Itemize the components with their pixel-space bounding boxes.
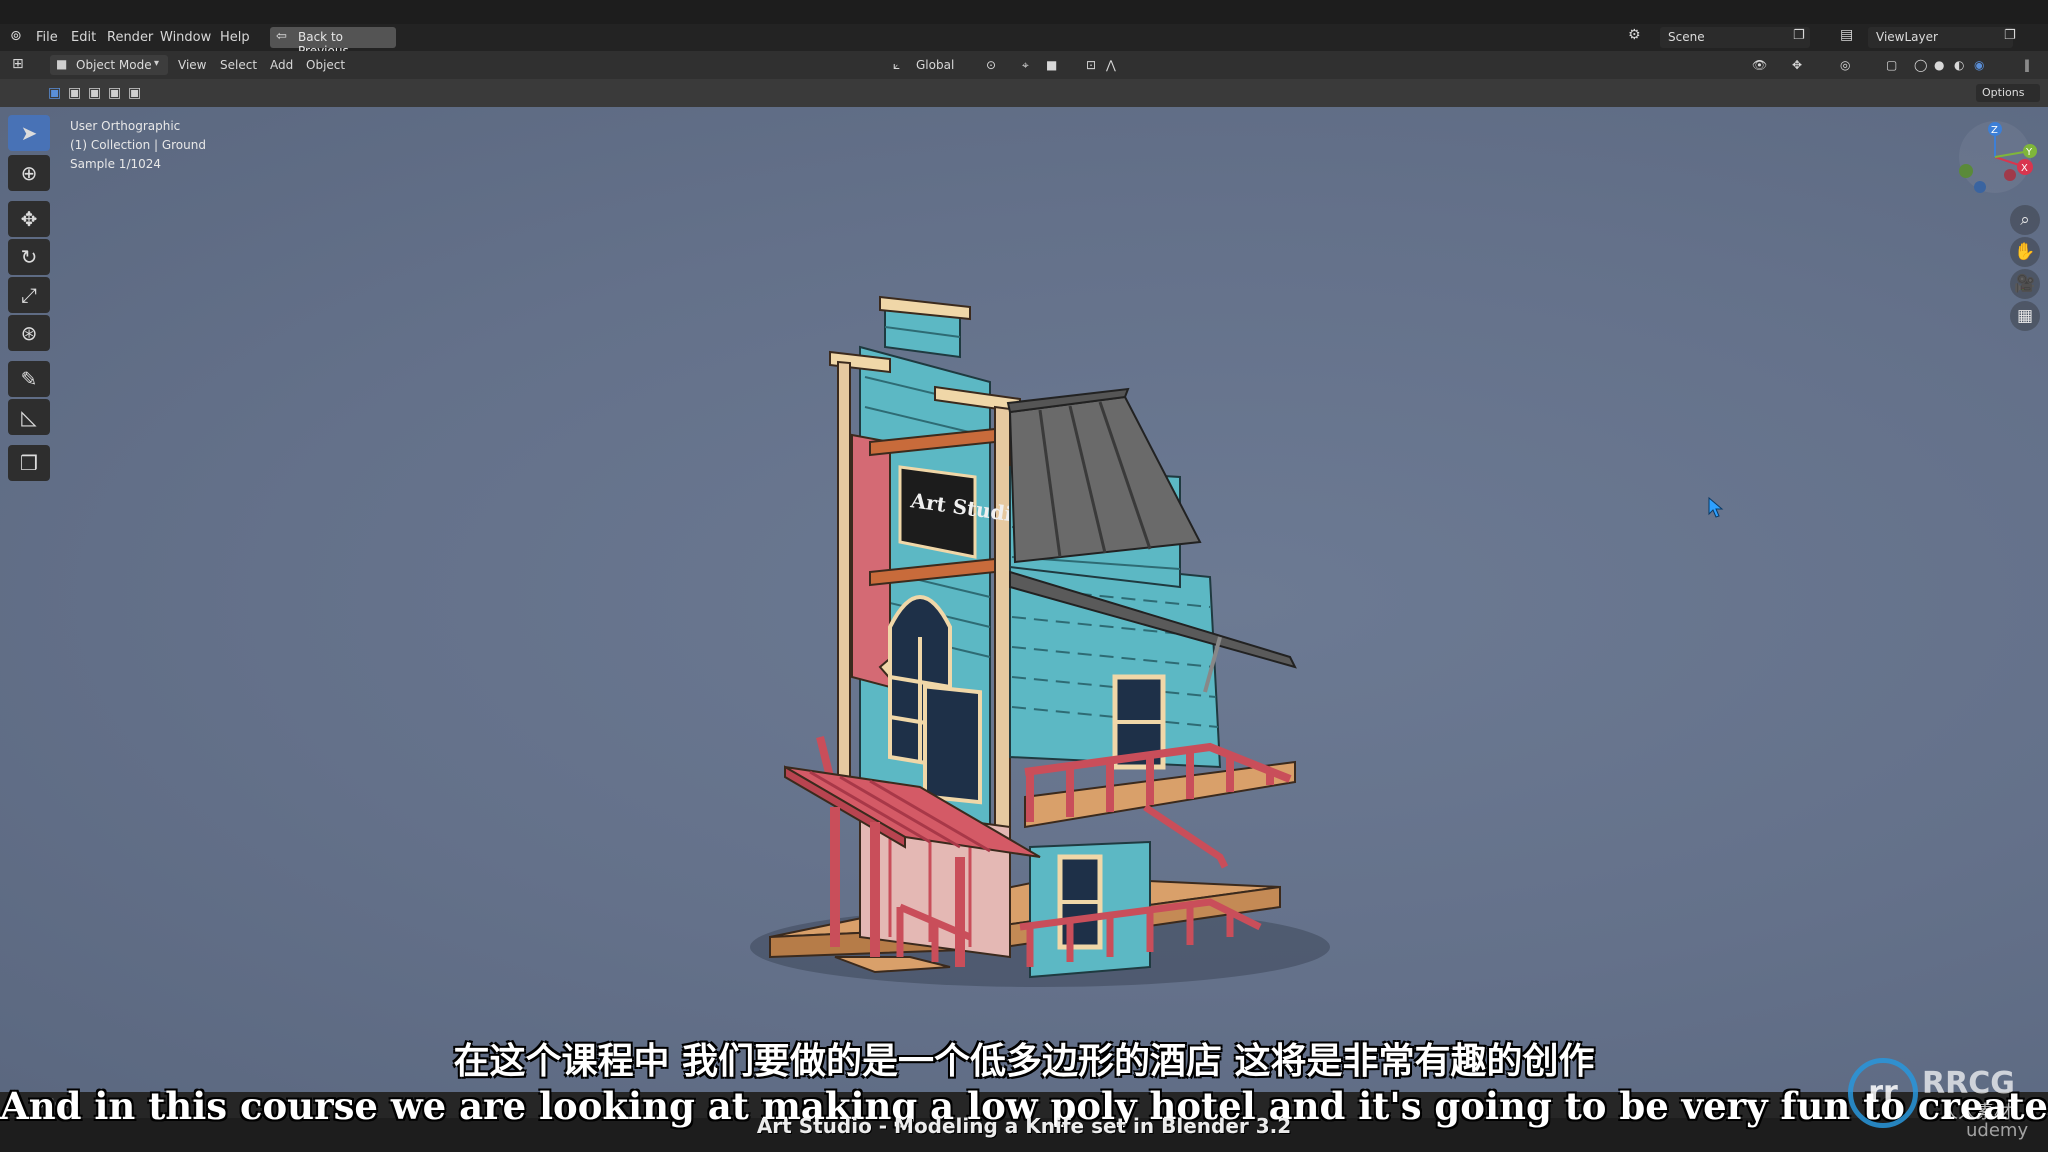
- select-new-icon[interactable]: ▣: [48, 85, 61, 101]
- snap-icon[interactable]: ⌖: [1022, 58, 1029, 73]
- watermark: rr RRCG 人人素材 udemy: [1848, 1058, 2038, 1141]
- pan-hand-icon[interactable]: ✋: [2010, 237, 2040, 267]
- visibility-icon[interactable]: 👁: [1752, 58, 1767, 72]
- menu-edit[interactable]: Edit: [71, 30, 96, 45]
- scene-selector[interactable]: Scene: [1660, 27, 1810, 48]
- watermark-brand: RRCG: [1922, 1066, 2015, 1101]
- menu-add[interactable]: Add: [270, 58, 293, 72]
- svg-text:Z: Z: [1991, 125, 1998, 136]
- add-cube-icon[interactable]: ❒: [8, 445, 50, 481]
- collection-info: (1) Collection | Ground: [70, 138, 206, 152]
- select-subtract-icon[interactable]: ▣: [88, 85, 101, 101]
- menu-render[interactable]: Render: [107, 30, 153, 45]
- editor-type-icon[interactable]: ⊞: [12, 56, 24, 72]
- object-mode-icon: ■: [56, 57, 68, 71]
- xray-icon[interactable]: ▢: [1886, 58, 1897, 72]
- transform-icon[interactable]: ⊛: [8, 315, 50, 351]
- menu-view[interactable]: View: [178, 58, 206, 72]
- select-extend-icon[interactable]: ▣: [68, 85, 81, 101]
- orientation-icon[interactable]: ⟀: [893, 58, 900, 73]
- falloff-icon[interactable]: ⋀: [1106, 58, 1116, 72]
- chevron-down-icon: ▾: [154, 58, 160, 69]
- view-layer-icon[interactable]: ▤: [1840, 27, 1853, 43]
- svg-text:X: X: [2021, 163, 2028, 174]
- rrcg-logo-icon: rr: [1848, 1058, 1918, 1128]
- watermark-platform: udemy: [1966, 1120, 2029, 1141]
- measure-icon[interactable]: ◺: [8, 399, 50, 435]
- menu-window[interactable]: Window: [160, 30, 211, 45]
- annotate-icon[interactable]: ✎: [8, 361, 50, 397]
- mouse-cursor-icon: [1708, 496, 1724, 518]
- render-sample: Sample 1/1024: [70, 157, 162, 171]
- orientation-selector[interactable]: Global: [916, 58, 954, 72]
- view-layer-selector[interactable]: ViewLayer: [1868, 27, 2013, 48]
- scene-icon[interactable]: ⚙: [1628, 27, 1641, 43]
- rendered-shading-icon[interactable]: ◉: [1974, 58, 1984, 72]
- select-invert-icon[interactable]: ▣: [108, 85, 121, 101]
- new-view-layer-icon[interactable]: ❐: [2004, 28, 2016, 43]
- mode-selector[interactable]: ■ Object Mode ▾: [50, 55, 168, 75]
- snap-target-icon[interactable]: ■: [1046, 58, 1057, 72]
- scale-icon[interactable]: ⤢: [8, 277, 50, 313]
- camera-icon[interactable]: 🎥: [2010, 269, 2040, 299]
- move-icon[interactable]: ✥: [8, 201, 50, 237]
- svg-text:Y: Y: [2025, 147, 2033, 158]
- tool-settings-bar: ▣ ▣ ▣ ▣ ▣ Options: [0, 79, 2048, 107]
- menu-help[interactable]: Help: [220, 30, 250, 45]
- rotate-icon[interactable]: ↻: [8, 239, 50, 275]
- gizmo-toggle-icon[interactable]: ✥: [1792, 58, 1802, 72]
- sidebar-toggle-icon[interactable]: ‖: [2024, 58, 2030, 72]
- new-scene-icon[interactable]: ❐: [1793, 28, 1805, 43]
- back-to-previous-button[interactable]: ⇦ Back to Previous: [270, 27, 396, 58]
- menu-file[interactable]: File: [36, 30, 58, 45]
- menu-object[interactable]: Object: [306, 58, 345, 72]
- navigation-gizmo[interactable]: Z X Y: [1950, 117, 2040, 197]
- proportional-edit-icon[interactable]: ⊡: [1086, 58, 1096, 72]
- view-name: User Orthographic: [70, 119, 181, 133]
- solid-shading-icon[interactable]: ●: [1934, 58, 1944, 72]
- course-caption: Art Studio - Modeling a Knife set in Ble…: [756, 1114, 1292, 1138]
- overlay-toggle-icon[interactable]: ◎: [1840, 58, 1850, 72]
- select-intersect-icon[interactable]: ▣: [128, 85, 141, 101]
- zoom-icon[interactable]: ⌕: [2010, 205, 2040, 235]
- subtitle-chinese: 在这个课程中 我们要做的是一个低多边形的酒店 这将是非常有趣的创作: [453, 1041, 1595, 1082]
- viewport-header: ⊞ ■ Object Mode ▾ View Select Add Object…: [0, 51, 2048, 79]
- wireframe-shading-icon[interactable]: ◯: [1914, 58, 1927, 72]
- cursor-icon[interactable]: ⊕: [8, 155, 50, 191]
- menu-select[interactable]: Select: [220, 58, 257, 72]
- blender-logo-icon[interactable]: ⊚: [10, 28, 22, 44]
- viewport-info: User Orthographic (1) Collection | Groun…: [70, 117, 206, 174]
- back-icon: ⇦: [276, 29, 287, 44]
- grid-icon[interactable]: ▦: [2010, 301, 2040, 331]
- top-menu-bar: ⊚ File Edit Render Window Help ⇦ Back to…: [0, 24, 2048, 58]
- select-box-icon[interactable]: ➤: [8, 115, 50, 151]
- hotel-model[interactable]: Art Studio: [740, 167, 1360, 1067]
- material-shading-icon[interactable]: ◐: [1954, 58, 1964, 72]
- options-dropdown[interactable]: Options: [1976, 84, 2040, 102]
- 3d-viewport[interactable]: User Orthographic (1) Collection | Groun…: [0, 107, 2048, 1092]
- pivot-icon[interactable]: ⊙: [986, 58, 996, 72]
